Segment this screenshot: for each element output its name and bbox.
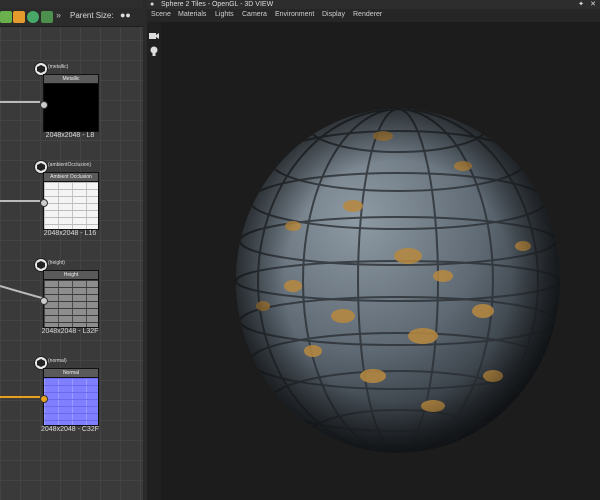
orange-mode-icon[interactable] <box>13 11 25 23</box>
3d-view-panel[interactable]: ● Sphere 2 Tiles - OpenGL - 3D VIEW ✦ ✕ … <box>147 0 600 500</box>
menu-renderer[interactable]: Renderer <box>353 11 382 18</box>
wire-height <box>0 285 43 299</box>
node-preview: Normal <box>40 368 99 426</box>
node-tag: (metallic) <box>48 64 69 70</box>
node-caption: 2048x2048 - L32F <box>41 328 99 335</box>
node-preview: Height <box>40 270 99 328</box>
output-port[interactable] <box>40 101 48 109</box>
node-preview: Ambient Occlusion <box>40 172 99 230</box>
node-caption: 2048x2048 - L16 <box>43 230 97 237</box>
graph-panel-header <box>0 0 143 8</box>
graph-panel[interactable]: » Parent Size: ●● (metallic) Metallic 20… <box>0 0 143 500</box>
wire-normal <box>0 396 40 398</box>
menu-materials[interactable]: Materials <box>178 11 206 18</box>
3d-view-titlebar: ● Sphere 2 Tiles - OpenGL - 3D VIEW ✦ ✕ <box>147 0 600 9</box>
metallic-node[interactable]: (metallic) Metallic 2048x2048 - L8 <box>34 62 99 139</box>
menu-display[interactable]: Display <box>322 11 345 18</box>
height-node[interactable]: (height) Height 2048x2048 - L32F <box>34 258 99 335</box>
node-title: Ambient Occlusion <box>44 173 98 182</box>
ambient-occlusion-thumbnail <box>44 182 98 229</box>
camera-icon[interactable] <box>149 32 159 40</box>
3d-viewport[interactable] <box>147 22 600 500</box>
material-preview-sphere[interactable] <box>233 106 563 456</box>
output-port[interactable] <box>40 297 48 305</box>
node-preview: Metallic <box>40 74 99 132</box>
menu-environment[interactable]: Environment <box>275 11 314 18</box>
parent-size-label[interactable]: Parent Size: <box>70 11 114 20</box>
node-tag: (normal) <box>48 358 67 364</box>
menu-scene[interactable]: Scene <box>151 11 171 18</box>
wire-ambient-occlusion <box>0 200 40 202</box>
mountain-icon[interactable] <box>41 11 53 23</box>
node-caption: 2048x2048 - L8 <box>45 132 95 139</box>
3d-view-menubar: Scene Materials Lights Camera Environmen… <box>147 9 600 23</box>
panel-icon: ● <box>150 1 155 8</box>
wire-metallic <box>0 101 40 103</box>
link-icon[interactable]: ●● <box>120 10 131 20</box>
node-caption: 2048x2048 - C32F <box>41 426 99 433</box>
node-tag: (ambientOcclusion) <box>48 162 92 168</box>
green-mode-icon[interactable] <box>0 11 12 23</box>
menu-lights[interactable]: Lights <box>215 11 234 18</box>
green-circle-icon[interactable] <box>27 11 39 23</box>
3d-view-sidebar <box>147 22 161 500</box>
menu-camera[interactable]: Camera <box>242 11 267 18</box>
close-icon[interactable]: ✕ <box>590 0 596 9</box>
graph-toolbar: » Parent Size: ●● <box>0 8 143 27</box>
metallic-thumbnail <box>44 84 98 131</box>
3d-view-title: Sphere 2 Tiles - OpenGL - 3D VIEW <box>161 1 274 8</box>
normal-node[interactable]: (normal) Normal 2048x2048 - C32F <box>34 356 99 433</box>
output-port[interactable] <box>40 199 48 207</box>
expand-icon[interactable]: » <box>56 10 61 20</box>
normal-thumbnail <box>44 378 98 425</box>
output-port[interactable] <box>40 395 48 403</box>
ambient-occlusion-node[interactable]: (ambientOcclusion) Ambient Occlusion 204… <box>34 160 99 237</box>
node-title: Height <box>44 271 98 280</box>
height-thumbnail <box>44 280 98 327</box>
node-title: Normal <box>44 369 98 378</box>
node-tag: (height) <box>48 260 65 266</box>
node-title: Metallic <box>44 75 98 84</box>
pin-icon[interactable]: ✦ <box>578 0 584 9</box>
light-icon[interactable] <box>150 46 158 56</box>
